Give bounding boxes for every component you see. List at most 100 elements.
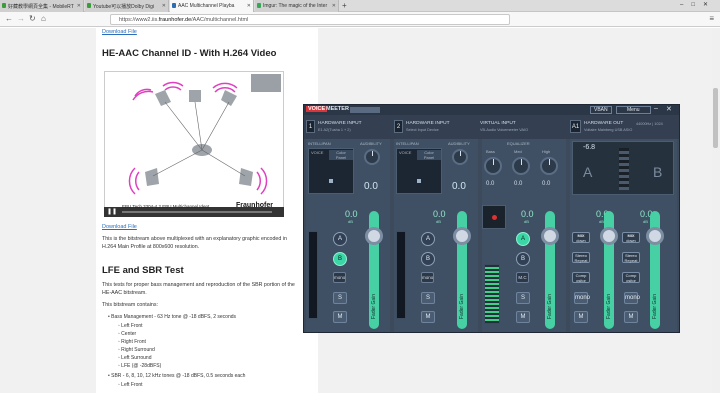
close-icon[interactable]: ✕: [666, 105, 672, 113]
browser-tab-4[interactable]: Imgur: The magic of the Inter ✕: [255, 0, 339, 12]
bus-a-button[interactable]: A: [421, 232, 435, 246]
fader-knob[interactable]: [453, 227, 471, 245]
eq-high-knob[interactable]: [540, 157, 558, 175]
favicon-icon: [257, 3, 261, 8]
paragraph: This bitstream contains:: [102, 302, 158, 308]
fader-knob[interactable]: [365, 227, 383, 245]
close-tab-icon[interactable]: ✕: [247, 3, 251, 9]
back-icon[interactable]: ←: [5, 14, 13, 23]
close-tab-icon[interactable]: ✕: [332, 3, 336, 9]
mute-button[interactable]: M: [574, 311, 588, 323]
browser-tab-1[interactable]: 好藏教學網頁全集 - MobileRT ✕: [0, 0, 84, 12]
mute-button[interactable]: M: [333, 311, 347, 323]
bus-b-button[interactable]: B: [421, 252, 435, 266]
voicemeeter-logo: MEETER: [326, 106, 349, 112]
fader-label: Fader Gain: [652, 293, 658, 319]
bus-a-button[interactable]: A: [516, 232, 530, 246]
channel-device[interactable]: VB-Audio Voicemeeter VAIO: [480, 128, 528, 132]
channel-title[interactable]: HARDWARE INPUT: [318, 121, 362, 126]
eq-med-knob[interactable]: [512, 157, 530, 175]
channel-device[interactable]: E1 A2(Tusha 1 + 2): [318, 128, 351, 132]
bus-a-button[interactable]: A: [333, 232, 347, 246]
forward-icon[interactable]: →: [17, 14, 25, 23]
channel-device[interactable]: Voltaire Mainberg USB ASIO: [584, 128, 632, 132]
mono-out-button[interactable]: mono: [574, 292, 590, 304]
sample-rate: 44000Hz | 1024: [636, 122, 663, 126]
fader-knob[interactable]: [600, 227, 618, 245]
channel-device[interactable]: Select Input Device: [406, 128, 439, 132]
favicon-icon: [87, 3, 91, 8]
mix-down-button[interactable]: MIX down: [572, 232, 590, 243]
solo-button[interactable]: S: [333, 292, 347, 304]
solo-button[interactable]: S: [516, 292, 530, 304]
vban-button[interactable]: VBAN: [590, 106, 612, 114]
virtual-pan-panel[interactable]: [482, 205, 506, 229]
mix-down-button[interactable]: MIX down: [622, 232, 640, 243]
stereo-repeat-button[interactable]: Stereo Repeat: [622, 252, 640, 263]
mute-button[interactable]: M: [624, 311, 638, 323]
fader-label: Fader Gain: [547, 293, 553, 319]
mono-out-button[interactable]: mono: [624, 292, 640, 304]
close-tab-icon[interactable]: ✕: [162, 3, 166, 9]
download-link[interactable]: Download File: [102, 29, 137, 35]
gain-value: 0.0: [345, 209, 358, 219]
eq-med-label: Med: [514, 149, 522, 154]
new-tab-button[interactable]: +: [342, 1, 347, 10]
audibility-knob[interactable]: [452, 149, 468, 165]
list-item: ◦ LFE (@ -28dBFS): [118, 363, 162, 369]
audibility-label: AUDIBILITY: [448, 141, 470, 146]
mute-button[interactable]: M: [421, 311, 435, 323]
compositor-button[interactable]: Comp ositor: [572, 272, 590, 283]
channel-number: A1: [570, 120, 581, 133]
minimize-icon[interactable]: –: [654, 105, 658, 112]
pan-dot[interactable]: [492, 215, 497, 220]
intellipan-panel[interactable]: VOICE Color Panel: [308, 148, 354, 194]
mono-button[interactable]: mono: [333, 272, 346, 283]
seek-bar[interactable]: [122, 211, 272, 213]
reload-icon[interactable]: ↻: [29, 14, 36, 23]
list-item: ◦ Left Front: [118, 382, 143, 388]
close-tab-icon[interactable]: ✕: [77, 3, 81, 9]
stereo-repeat-button[interactable]: Stereo Repeat: [572, 252, 590, 263]
mute-button[interactable]: M: [516, 311, 530, 323]
pause-icon[interactable]: ❚❚: [107, 208, 117, 215]
channel-title[interactable]: HARDWARE INPUT: [406, 121, 450, 126]
list-item: ◦ Center: [118, 331, 137, 337]
intellipan-panel[interactable]: VOICE Color Panel: [396, 148, 442, 194]
download-link[interactable]: Download File: [102, 224, 137, 230]
bus-a-indicator: A: [583, 164, 593, 180]
audibility-knob[interactable]: [364, 149, 380, 165]
channel-title[interactable]: VIRTUAL INPUT: [480, 121, 516, 126]
color-panel-button[interactable]: Color Panel: [417, 150, 441, 160]
pan-dot[interactable]: [417, 179, 421, 183]
color-panel-button[interactable]: Color Panel: [329, 150, 353, 160]
scrollbar[interactable]: [712, 28, 720, 393]
eq-bass-knob[interactable]: [484, 157, 502, 175]
hamburger-menu-icon[interactable]: ≡: [709, 14, 714, 23]
voicemeeter-window[interactable]: VOICE MEETER VBAN Menu – ✕ 1 HARDWARE IN…: [303, 104, 680, 333]
bus-b-button[interactable]: B: [516, 252, 530, 266]
fader-knob[interactable]: [646, 227, 664, 245]
scrollbar-thumb[interactable]: [713, 88, 718, 148]
solo-button[interactable]: S: [421, 292, 435, 304]
url-bar[interactable]: https://www2.iis.fraunhofer.de/AAC/multi…: [110, 14, 510, 25]
channel-title[interactable]: HARDWARE OUT: [584, 121, 623, 126]
virtual-input-strip: EQUALIZER Bass Med High 0.0 0.0 0.0 0.0 …: [482, 139, 566, 332]
menu-button[interactable]: Menu: [616, 106, 651, 114]
window-controls[interactable]: –□✕: [680, 1, 716, 8]
hardware-out-section: -6.8 A B 0.0 dB 0.0 dB MIX down Stereo Re…: [570, 139, 677, 332]
list-item: ◦ Left Surround: [118, 355, 152, 361]
fader-knob[interactable]: [541, 227, 559, 245]
video-player[interactable]: [104, 71, 284, 217]
mc-button[interactable]: M.C: [516, 272, 529, 283]
equalizer-label: EQUALIZER: [507, 141, 530, 146]
home-icon[interactable]: ⌂: [41, 14, 46, 23]
pan-dot[interactable]: [329, 179, 333, 183]
input-strip-2: INTELLIPAN AUDIBILITY VOICE Color Panel …: [394, 139, 478, 332]
channel-headers: 1 HARDWARE INPUT E1 A2(Tusha 1 + 2) 2 HA…: [304, 115, 679, 139]
browser-tab-2[interactable]: Youtube可以播放Dolby Digi ✕: [85, 0, 169, 12]
compositor-button[interactable]: Comp ositor: [622, 272, 640, 283]
bus-b-button[interactable]: B: [333, 252, 347, 266]
mono-button[interactable]: mono: [421, 272, 434, 283]
eq-bass-value: 0.0: [486, 181, 495, 187]
